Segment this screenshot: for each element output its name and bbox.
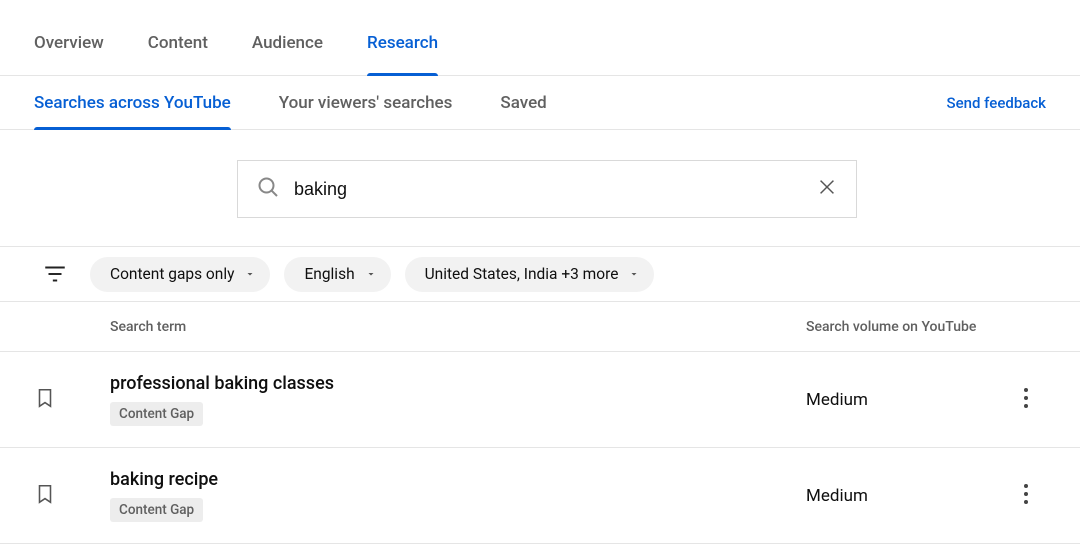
result-row: professional baking classes Content Gap … [0, 352, 1080, 448]
result-volume: Medium [806, 486, 1006, 506]
bookmark-button[interactable] [34, 481, 56, 511]
column-search-volume: Search volume on YouTube [806, 319, 1006, 335]
filter-language[interactable]: English [284, 257, 390, 292]
tab-audience[interactable]: Audience [252, 33, 323, 75]
subtab-saved[interactable]: Saved [500, 77, 546, 129]
chip-label: Content gaps only [110, 265, 234, 283]
chevron-down-icon [244, 268, 256, 280]
secondary-tab-bar: Searches across YouTube Your viewers' se… [0, 76, 1080, 130]
result-volume: Medium [806, 390, 1006, 410]
bookmark-icon [34, 492, 56, 511]
tab-research[interactable]: Research [367, 33, 438, 75]
subtab-searches-across-youtube[interactable]: Searches across YouTube [34, 77, 231, 129]
chevron-down-icon [365, 268, 377, 280]
filter-content-gaps[interactable]: Content gaps only [90, 257, 270, 292]
search-input[interactable] [280, 179, 816, 200]
search-section [0, 130, 1080, 246]
primary-tab-bar: Overview Content Audience Research [0, 0, 1080, 76]
filter-region[interactable]: United States, India +3 more [405, 257, 655, 292]
result-term: professional baking classes [110, 373, 806, 394]
chip-label: English [304, 265, 354, 283]
chevron-down-icon [628, 268, 640, 280]
bookmark-icon [34, 396, 56, 415]
clear-search-button[interactable] [816, 176, 838, 202]
more-vert-icon [1023, 490, 1029, 509]
close-icon [816, 176, 838, 202]
subtab-viewers-searches[interactable]: Your viewers' searches [279, 77, 453, 129]
result-row: baking recipe Content Gap Medium [0, 448, 1080, 544]
row-menu-button[interactable] [1023, 387, 1029, 413]
search-box [237, 160, 857, 218]
send-feedback-link[interactable]: Send feedback [947, 94, 1046, 112]
bookmark-button[interactable] [34, 385, 56, 415]
content-gap-badge: Content Gap [110, 402, 203, 426]
row-menu-button[interactable] [1023, 483, 1029, 509]
column-search-term: Search term [110, 319, 806, 335]
chip-label: United States, India +3 more [425, 265, 619, 283]
search-icon [256, 175, 280, 203]
more-vert-icon [1023, 394, 1029, 413]
filter-bar: Content gaps only English United States,… [0, 246, 1080, 302]
results-header: Search term Search volume on YouTube [0, 302, 1080, 352]
content-gap-badge: Content Gap [110, 498, 203, 522]
filter-icon[interactable] [34, 261, 76, 287]
tab-content[interactable]: Content [148, 33, 208, 75]
result-term: baking recipe [110, 469, 806, 490]
tab-overview[interactable]: Overview [34, 33, 104, 75]
